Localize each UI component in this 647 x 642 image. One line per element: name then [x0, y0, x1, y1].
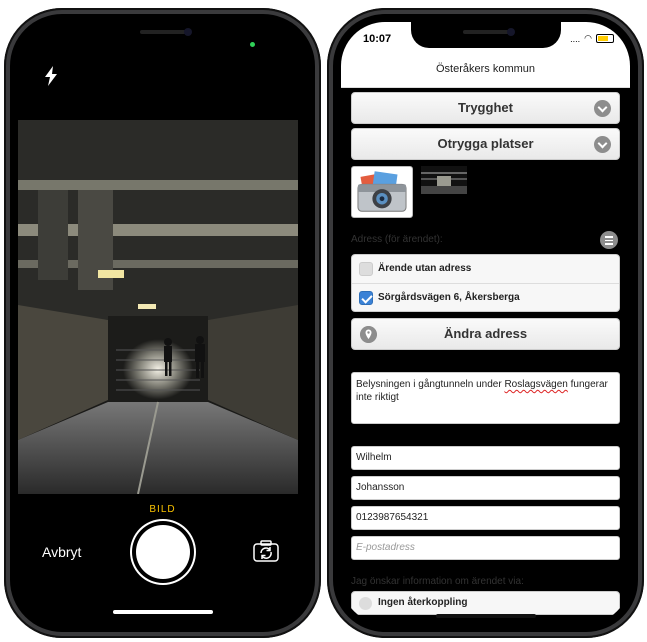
- add-photo-camera-icon[interactable]: [351, 166, 413, 218]
- change-address-button[interactable]: Ändra adress: [351, 318, 620, 350]
- radio-icon: [359, 597, 372, 610]
- speaker: [139, 30, 186, 34]
- checkbox-unchecked-icon: [359, 262, 373, 276]
- attached-photo-thumbnail[interactable]: [421, 166, 467, 194]
- status-time: 10:07: [363, 33, 392, 45]
- no-feedback-radio[interactable]: Ingen återkoppling: [351, 591, 620, 615]
- phone-bezel: 10:07 .... ◠ Österåkers kommun Trygghet …: [333, 14, 638, 632]
- speaker: [462, 30, 509, 34]
- battery-icon: [596, 34, 614, 43]
- list-menu-icon[interactable]: [600, 231, 618, 249]
- info-preference-label: Jag önskar information om ärendet via:: [351, 576, 524, 587]
- flip-camera-icon[interactable]: [253, 540, 279, 562]
- notch: [87, 22, 238, 48]
- description-text-1: Belysningen i gångtunneln under: [356, 379, 505, 390]
- change-address-label: Ändra adress: [443, 326, 528, 341]
- phone-camera: BILD Avbryt: [4, 8, 321, 638]
- phone-field[interactable]: 0123987654321: [351, 506, 620, 530]
- last-name-field[interactable]: Johansson: [351, 476, 620, 500]
- no-address-label: Ärende utan adress: [378, 263, 472, 274]
- description-spellcheck-word: Roslagsvägen: [504, 379, 568, 390]
- shutter-button[interactable]: [135, 525, 190, 579]
- no-address-checkbox[interactable]: Ärende utan adress: [352, 255, 619, 283]
- map-pin-icon: [360, 326, 377, 343]
- signal-icon: ....: [570, 33, 581, 44]
- first-name-field[interactable]: Wilhelm: [351, 446, 620, 470]
- category-select[interactable]: Trygghet: [351, 92, 620, 124]
- chevron-down-icon: [594, 136, 611, 153]
- photo-mode-label[interactable]: BILD: [18, 504, 307, 515]
- camera-viewfinder: [18, 120, 298, 494]
- camera-in-use-indicator: [250, 42, 255, 47]
- photo-section: [351, 164, 620, 224]
- chevron-down-icon: [594, 100, 611, 117]
- camera-screen: BILD Avbryt: [18, 22, 307, 624]
- home-indicator[interactable]: [112, 610, 213, 614]
- category-value: Trygghet: [458, 100, 513, 115]
- email-field[interactable]: E-postadress: [351, 536, 620, 560]
- home-indicator[interactable]: [435, 614, 536, 618]
- stage: BILD Avbryt 10:07 .... ◠ Österåkers komm…: [0, 0, 647, 642]
- status-right: .... ◠: [570, 33, 614, 44]
- subcategory-select[interactable]: Otrygga platser: [351, 128, 620, 160]
- address-value: Sörgårdsvägen 6, Åkersberga: [378, 292, 520, 303]
- front-camera: [506, 28, 515, 36]
- checkbox-checked-icon: [359, 291, 373, 305]
- flash-icon[interactable]: [44, 66, 58, 86]
- no-feedback-label: Ingen återkoppling: [378, 597, 468, 608]
- address-label: Adress (för ärendet):: [351, 234, 443, 245]
- form-content: Trygghet Otrygga platser Adress (för äre…: [341, 88, 630, 624]
- address-label-row: Adress (för ärendet):: [351, 228, 620, 252]
- phone-bezel: BILD Avbryt: [10, 14, 315, 632]
- subcategory-value: Otrygga platser: [437, 136, 534, 151]
- form-screen: 10:07 .... ◠ Österåkers kommun Trygghet …: [341, 22, 630, 624]
- description-textarea[interactable]: Belysningen i gångtunneln under Roslagsv…: [351, 372, 620, 424]
- cancel-button[interactable]: Avbryt: [42, 544, 81, 560]
- address-options: Ärende utan adress Sörgårdsvägen 6, Åker…: [351, 254, 620, 312]
- page-title: Österåkers kommun: [341, 52, 630, 88]
- front-camera: [183, 28, 192, 36]
- notch: [410, 22, 561, 48]
- address-checkbox[interactable]: Sörgårdsvägen 6, Åkersberga: [352, 283, 619, 311]
- wifi-icon: ◠: [584, 33, 592, 43]
- phone-form: 10:07 .... ◠ Österåkers kommun Trygghet …: [327, 8, 644, 638]
